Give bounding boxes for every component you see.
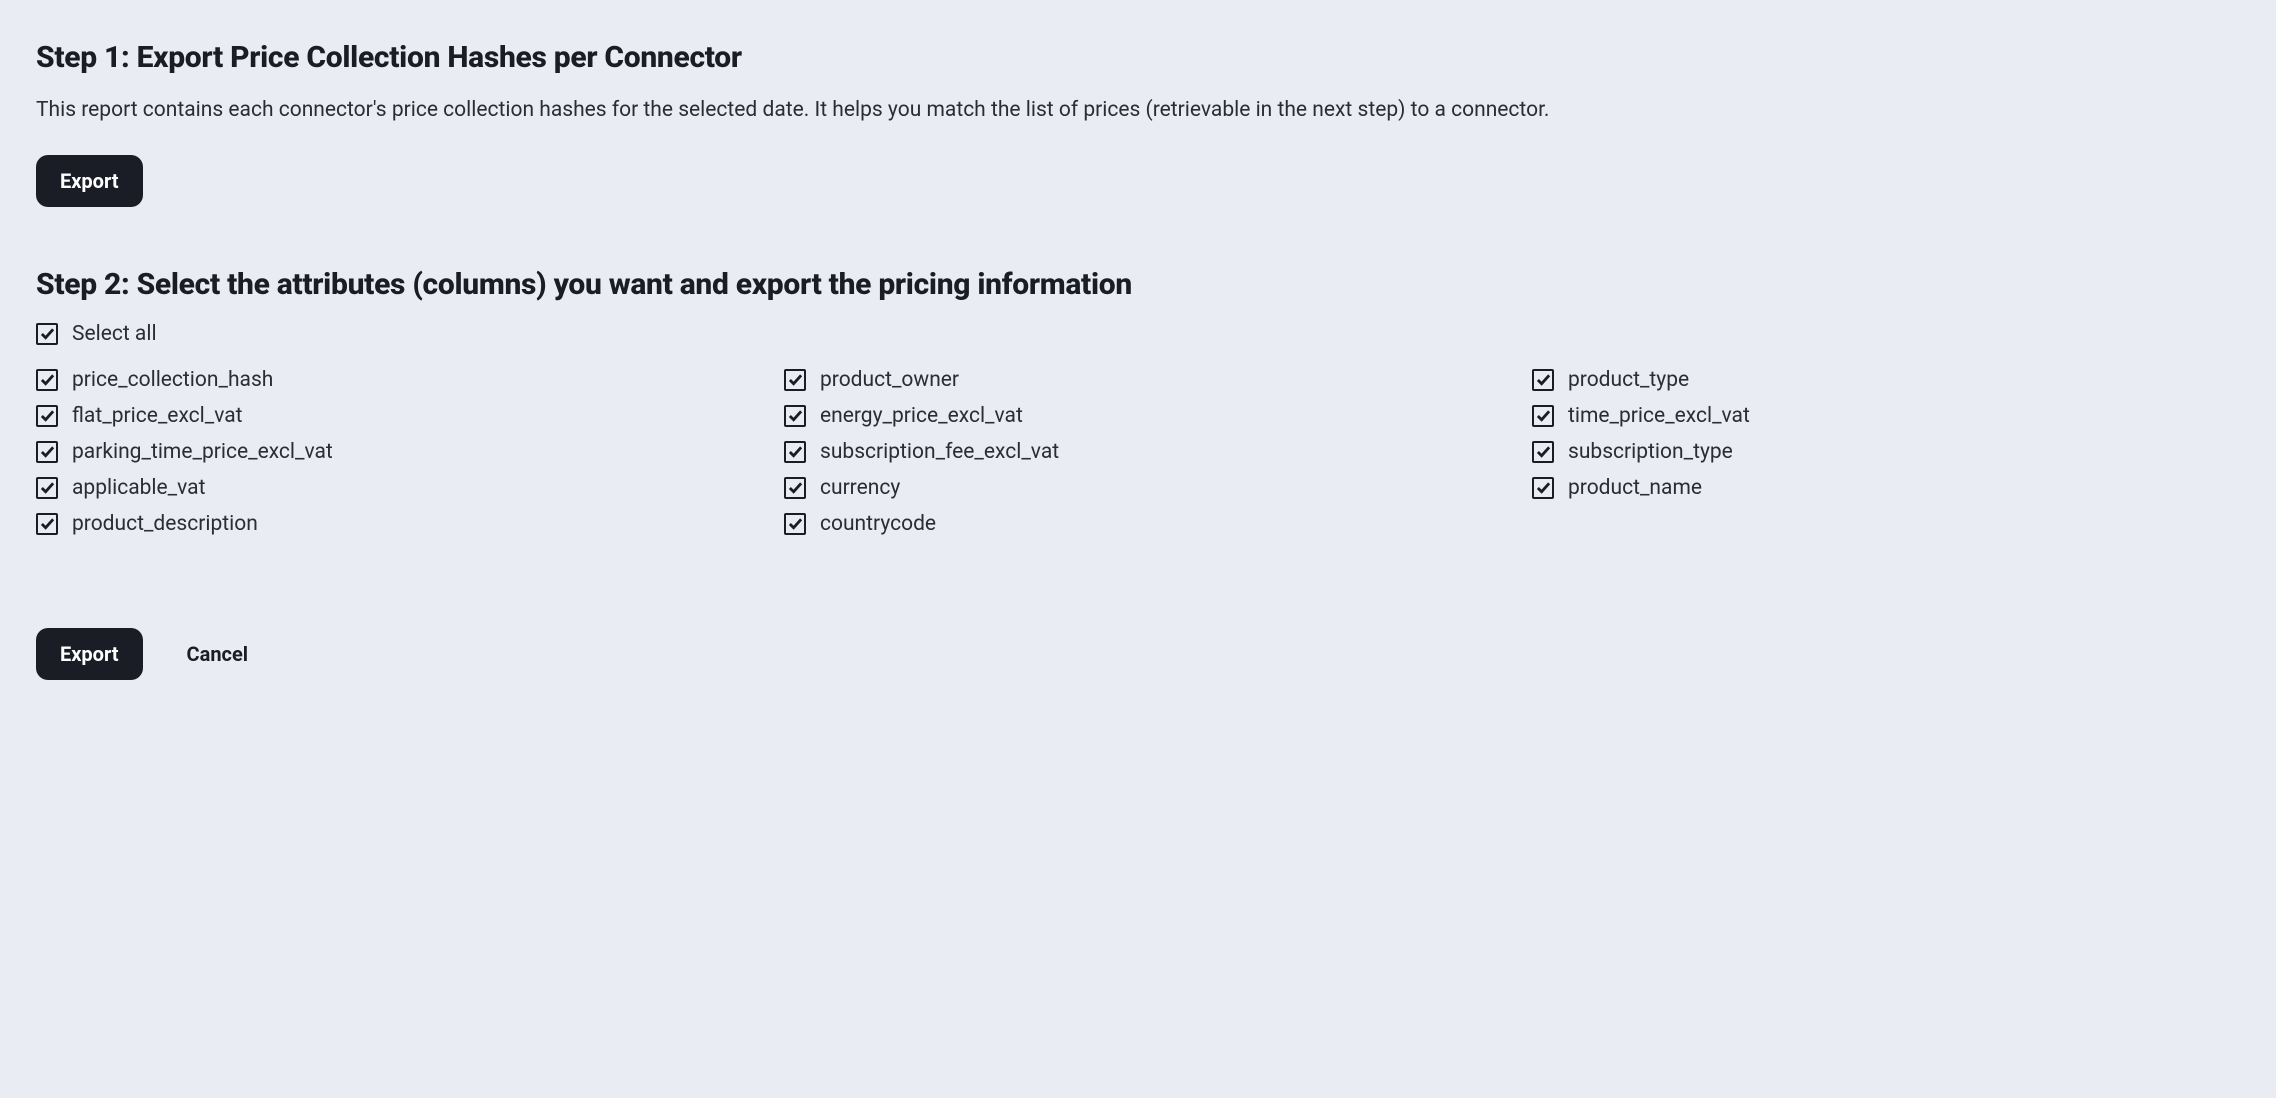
select-all-checkbox[interactable] (36, 323, 58, 345)
step2-actions: Export Cancel (36, 628, 2240, 680)
attribute-columns: price_collection_hashproduct_ownerproduc… (36, 366, 2240, 538)
attribute-checkbox[interactable] (784, 369, 806, 391)
attribute-item: applicable_vat (36, 474, 744, 502)
check-icon (40, 326, 55, 341)
attribute-label: applicable_vat (72, 476, 205, 500)
step2-export-button[interactable]: Export (36, 628, 143, 680)
attribute-checkbox[interactable] (1532, 405, 1554, 427)
check-icon (788, 408, 803, 423)
attribute-label: currency (820, 476, 900, 500)
attribute-checkbox[interactable] (36, 369, 58, 391)
attribute-checkbox[interactable] (36, 477, 58, 499)
step2-section: Step 2: Select the attributes (columns) … (36, 267, 2240, 680)
check-icon (1536, 408, 1551, 423)
attribute-checkbox[interactable] (784, 441, 806, 463)
check-icon (788, 480, 803, 495)
attribute-item: product_description (36, 510, 744, 538)
attribute-item: countrycode (784, 510, 1492, 538)
check-icon (40, 480, 55, 495)
check-icon (788, 372, 803, 387)
attribute-item: energy_price_excl_vat (784, 402, 1492, 430)
attribute-item: flat_price_excl_vat (36, 402, 744, 430)
step1-export-button[interactable]: Export (36, 155, 143, 207)
attribute-item: product_name (1532, 474, 2240, 502)
check-icon (788, 444, 803, 459)
attribute-checkbox[interactable] (36, 405, 58, 427)
attribute-checkbox[interactable] (784, 477, 806, 499)
attribute-label: product_name (1568, 476, 1702, 500)
attribute-label: energy_price_excl_vat (820, 404, 1023, 428)
check-icon (1536, 372, 1551, 387)
cancel-button[interactable]: Cancel (171, 628, 265, 680)
attribute-label: time_price_excl_vat (1568, 404, 1750, 428)
attribute-item: parking_time_price_excl_vat (36, 438, 744, 466)
attribute-item: product_owner (784, 366, 1492, 394)
check-icon (1536, 444, 1551, 459)
attribute-label: product_type (1568, 368, 1689, 392)
step2-heading: Step 2: Select the attributes (columns) … (36, 267, 2240, 302)
step1-section: Step 1: Export Price Collection Hashes p… (36, 40, 2240, 207)
select-all-row: Select all (36, 322, 2240, 346)
check-icon (40, 408, 55, 423)
step1-description: This report contains each connector's pr… (36, 95, 2240, 127)
attribute-item: subscription_type (1532, 438, 2240, 466)
attribute-label: parking_time_price_excl_vat (72, 440, 333, 464)
attribute-item: time_price_excl_vat (1532, 402, 2240, 430)
attribute-item: price_collection_hash (36, 366, 744, 394)
attribute-checkbox[interactable] (784, 513, 806, 535)
select-all-label: Select all (72, 322, 157, 346)
step1-heading: Step 1: Export Price Collection Hashes p… (36, 40, 2240, 75)
check-icon (1536, 480, 1551, 495)
attribute-label: subscription_type (1568, 440, 1733, 464)
attribute-item: product_type (1532, 366, 2240, 394)
attribute-label: price_collection_hash (72, 368, 273, 392)
attribute-checkbox[interactable] (784, 405, 806, 427)
attribute-label: countrycode (820, 512, 936, 536)
attribute-label: product_owner (820, 368, 959, 392)
check-icon (40, 516, 55, 531)
attribute-item: currency (784, 474, 1492, 502)
attribute-label: subscription_fee_excl_vat (820, 440, 1059, 464)
attribute-checkbox[interactable] (36, 441, 58, 463)
attribute-checkbox[interactable] (1532, 477, 1554, 499)
check-icon (40, 372, 55, 387)
attribute-item: subscription_fee_excl_vat (784, 438, 1492, 466)
attribute-label: flat_price_excl_vat (72, 404, 243, 428)
attribute-checkbox[interactable] (1532, 441, 1554, 463)
attribute-checkbox[interactable] (1532, 369, 1554, 391)
attribute-checkbox[interactable] (36, 513, 58, 535)
attribute-label: product_description (72, 512, 258, 536)
check-icon (40, 444, 55, 459)
check-icon (788, 516, 803, 531)
